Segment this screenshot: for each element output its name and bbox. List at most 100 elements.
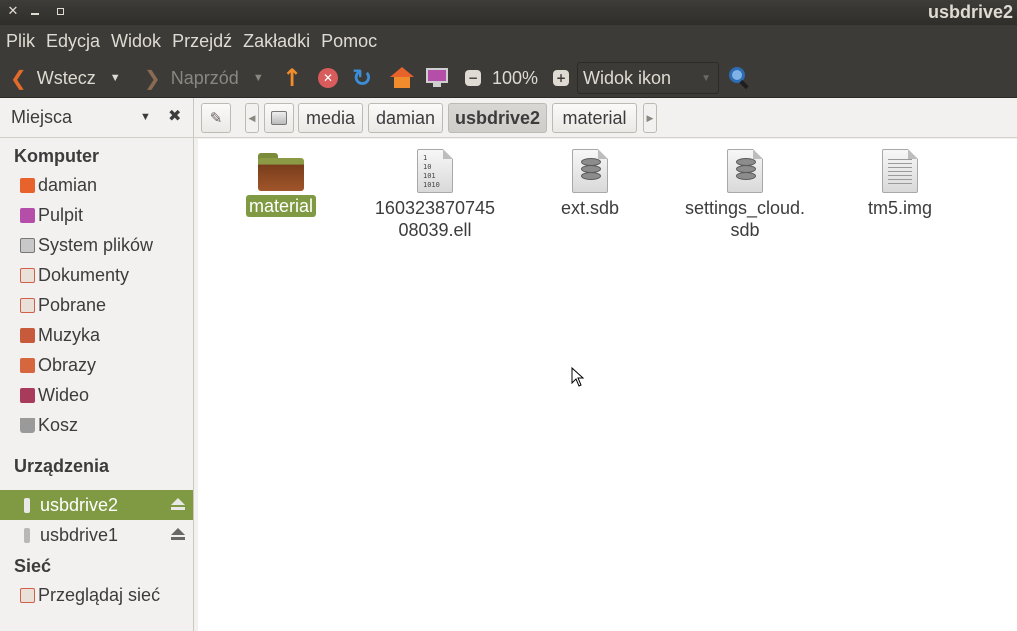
forward-label: Naprzód	[170, 67, 239, 88]
sidebar-item-home[interactable]: damian	[0, 170, 193, 200]
forward-button[interactable]: ❯ Naprzód ▼	[144, 58, 264, 98]
sidebar-divider[interactable]	[193, 98, 194, 631]
text-file-icon	[882, 149, 918, 193]
maximize-window-button[interactable]	[51, 3, 69, 21]
sidebar-item-filesystem[interactable]: System plików	[0, 230, 193, 260]
sidebar-item-desktop[interactable]: Pulpit	[0, 200, 193, 230]
zoom-level: 100%	[492, 67, 539, 88]
file-name-line1: 160323870745	[374, 198, 496, 218]
back-label: Wstecz	[36, 67, 96, 88]
path-scroll-left[interactable]: ◀	[245, 103, 259, 133]
database-file-icon	[572, 149, 608, 193]
back-history-dropdown[interactable]: ▼	[110, 72, 121, 84]
forward-history-dropdown[interactable]: ▼	[253, 72, 264, 84]
reload-button[interactable]: ↻	[352, 58, 372, 98]
path-segment-damian[interactable]: damian	[368, 103, 443, 133]
menu-file[interactable]: Plik	[6, 31, 35, 52]
menu-go[interactable]: Przejdź	[172, 31, 232, 52]
computer-button[interactable]	[426, 58, 448, 98]
chevron-down-icon: ▼	[701, 72, 711, 84]
menu-bar: Plik Edycja Widok Przejdź Zakładki Pomoc	[0, 25, 1017, 58]
sidebar-item-downloads[interactable]: Pobrane	[0, 290, 193, 320]
sidebar-item-label: usbdrive1	[40, 524, 119, 545]
sidebar-item-label: Przeglądaj sieć	[38, 584, 161, 605]
sidebar-item-label: Muzyka	[38, 324, 101, 345]
arrow-up-icon: ↑	[282, 64, 303, 92]
binary-file-icon: 1 10 101 1010	[417, 149, 453, 193]
close-sidebar-icon[interactable]: ✖	[168, 106, 181, 125]
zoom-in-button[interactable]: +	[553, 58, 569, 98]
usb-drive-icon	[24, 527, 30, 543]
path-root-button[interactable]	[264, 103, 294, 133]
file-view[interactable]: material 1 10 101 1010 160323870745 08039.e…	[198, 139, 1017, 631]
file-item-text[interactable]: tm5.img	[850, 149, 950, 219]
search-button[interactable]	[729, 67, 749, 90]
places-label: Miejsca	[11, 107, 73, 127]
sidebar-item-label: Dokumenty	[38, 264, 130, 285]
title-bar: ✕ usbdrive2	[0, 0, 1017, 25]
sidebar-item-usbdrive2[interactable]: usbdrive2	[0, 490, 193, 520]
path-segment-usbdrive2[interactable]: usbdrive2	[448, 103, 547, 133]
sidebar-item-documents[interactable]: Dokumenty	[0, 260, 193, 290]
edit-location-button[interactable]: ✎	[201, 103, 231, 133]
chevron-right-icon: ❯	[144, 66, 161, 90]
menu-edit[interactable]: Edycja	[46, 31, 100, 52]
file-name-line2: 08039.ell	[398, 220, 472, 240]
sidebar-item-label: usbdrive2	[40, 494, 119, 515]
sidebar-item-browse-network[interactable]: Przeglądaj sieć	[0, 580, 193, 610]
sidebar-item-label: System plików	[38, 234, 154, 255]
file-item-database[interactable]: settings_cloud. sdb	[670, 149, 820, 241]
file-item-binary[interactable]: 1 10 101 1010 160323870745 08039.ell	[365, 149, 505, 241]
close-window-button[interactable]: ✕	[4, 3, 22, 21]
sidebar-item-usbdrive1[interactable]: usbdrive1	[0, 520, 193, 550]
path-segment-material[interactable]: material	[552, 103, 637, 133]
sidebar-item-label: Pobrane	[38, 294, 107, 315]
back-button[interactable]: ❮ Wstecz ▼	[10, 58, 121, 98]
sidebar-item-label: Pulpit	[38, 204, 84, 225]
maximize-icon	[56, 8, 64, 15]
view-mode-select[interactable]: Widok ikon ▼	[577, 62, 719, 94]
music-icon	[20, 327, 35, 343]
home-button[interactable]	[390, 58, 414, 98]
menu-bookmarks[interactable]: Zakładki	[243, 31, 310, 52]
up-button[interactable]: ↑	[282, 58, 302, 98]
sidebar-item-label: Obrazy	[38, 354, 97, 375]
documents-icon	[20, 267, 35, 283]
file-item-database[interactable]: ext.sdb	[540, 149, 640, 219]
network-icon	[20, 587, 35, 603]
places-sidebar: Komputer damian Pulpit System plików Dok…	[0, 138, 193, 631]
minus-icon: −	[465, 70, 481, 86]
eject-icon[interactable]	[171, 528, 185, 541]
menu-view[interactable]: Widok	[111, 31, 161, 52]
pencil-icon: ✎	[209, 109, 223, 127]
sidebar-item-pictures[interactable]: Obrazy	[0, 350, 193, 380]
sidebar-item-music[interactable]: Muzyka	[0, 320, 193, 350]
path-scroll-right[interactable]: ▶	[643, 103, 657, 133]
menu-help[interactable]: Pomoc	[321, 31, 377, 52]
minimize-window-button[interactable]	[26, 3, 44, 21]
file-name: material	[245, 195, 317, 217]
file-name: ext.sdb	[560, 198, 620, 218]
sidebar-item-label: Wideo	[38, 384, 90, 405]
zoom-out-button[interactable]: −	[465, 58, 481, 98]
home-icon	[390, 67, 414, 89]
file-item-folder[interactable]: material	[236, 153, 326, 217]
reload-icon: ↻	[352, 64, 373, 92]
location-bar: Miejsca ▼ ✖ ✎ ◀ media damian usbdrive2 m…	[0, 98, 1017, 138]
section-devices: Urządzenia	[14, 456, 110, 476]
sidebar-item-video[interactable]: Wideo	[0, 380, 193, 410]
minimize-icon	[31, 13, 39, 15]
stop-button[interactable]: ✕	[318, 58, 338, 98]
pictures-icon	[20, 357, 35, 373]
plus-icon: +	[553, 70, 569, 86]
sidebar-item-trash[interactable]: Kosz	[0, 410, 193, 440]
computer-icon	[426, 68, 448, 88]
file-name-line1: settings_cloud.	[684, 198, 806, 218]
file-name: tm5.img	[867, 198, 932, 218]
path-segment-media[interactable]: media	[298, 103, 363, 133]
file-name-line2: sdb	[730, 220, 760, 240]
toolbar: ❮ Wstecz ▼ ❯ Naprzód ▼ ↑ ✕ ↻ − 100% + Wi…	[0, 58, 1017, 98]
trash-icon	[20, 417, 35, 433]
eject-icon[interactable]	[171, 498, 185, 511]
places-dropdown-icon[interactable]: ▼	[140, 111, 151, 123]
